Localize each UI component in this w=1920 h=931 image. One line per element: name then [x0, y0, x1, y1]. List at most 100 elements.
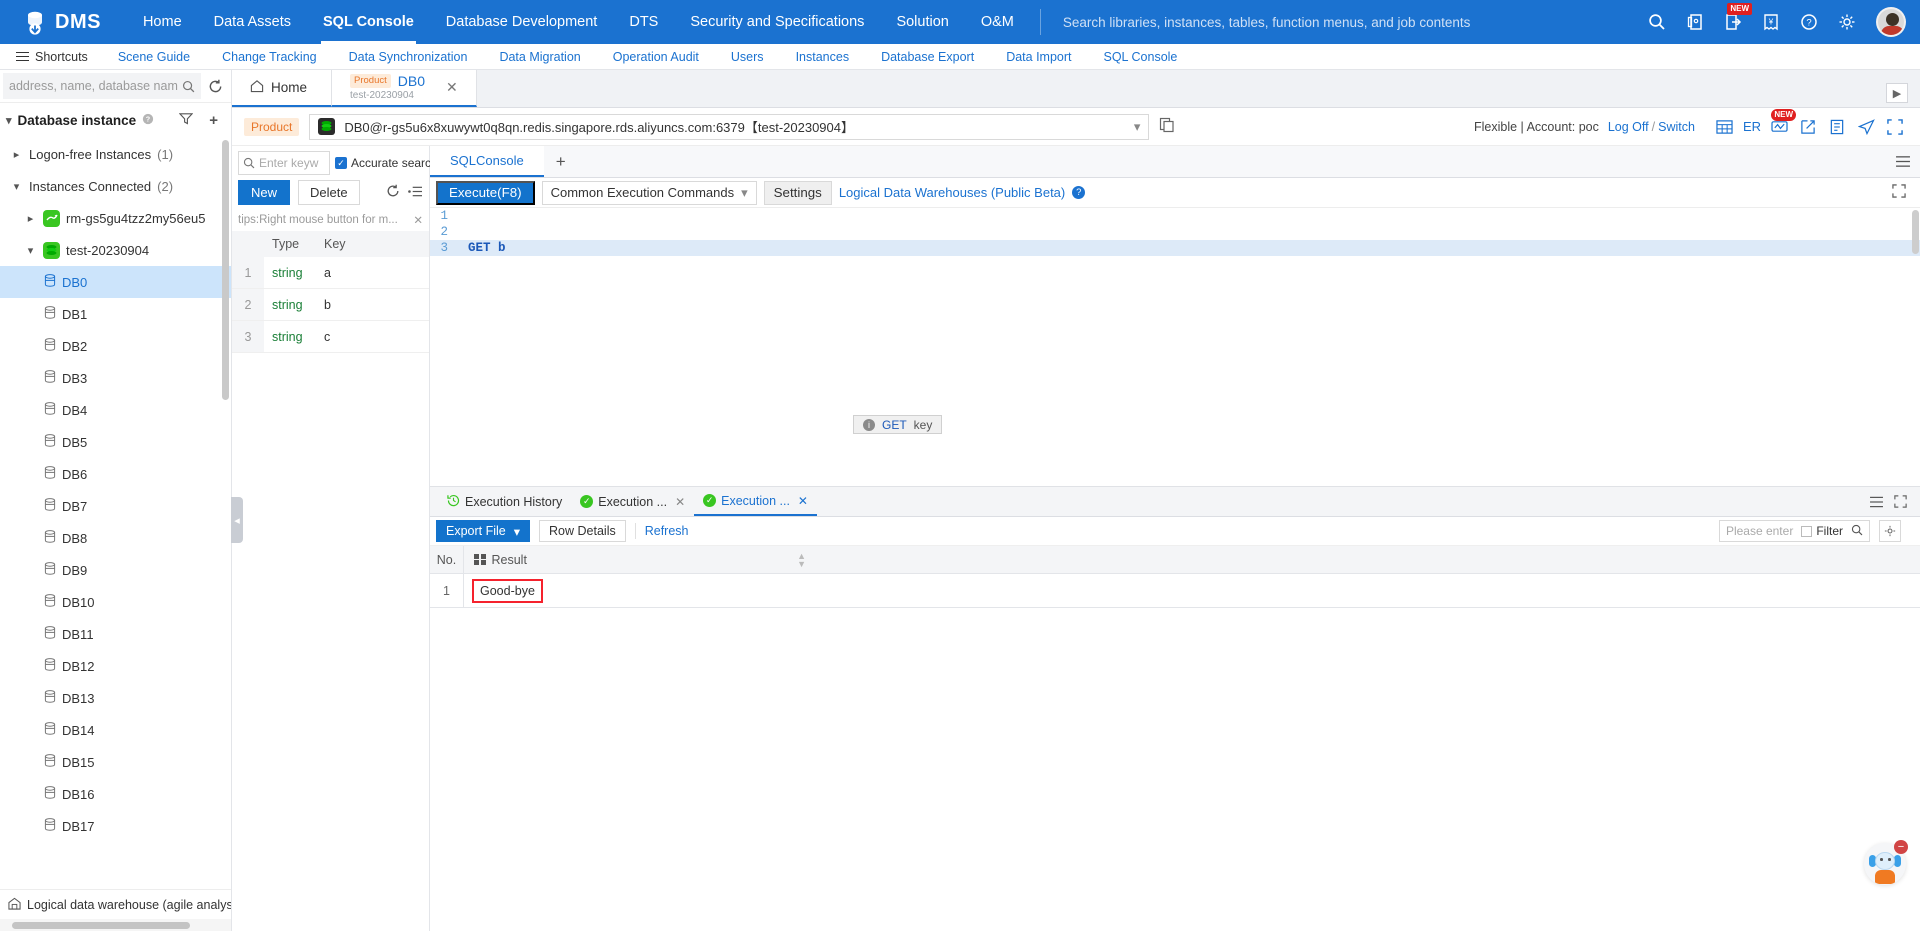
close-icon[interactable]: ✕: [675, 495, 685, 509]
sidebar-item-db12[interactable]: DB12: [0, 650, 231, 682]
table-row[interactable]: 1 Good-bye: [430, 574, 1920, 608]
nav-item-om[interactable]: O&M: [965, 0, 1030, 44]
search-icon[interactable]: [1640, 5, 1674, 39]
sidebar-item-db15[interactable]: DB15: [0, 746, 231, 778]
fullscreen-icon[interactable]: [1888, 495, 1912, 508]
switch-account-link[interactable]: Switch: [1658, 120, 1695, 134]
copy-icon[interactable]: [1159, 117, 1175, 136]
filter-icon[interactable]: [174, 112, 198, 129]
shortcuts-menu-button[interactable]: Shortcuts: [0, 49, 102, 64]
tab-execution-history[interactable]: Execution History: [438, 487, 571, 516]
sidebar-item-db11[interactable]: DB11: [0, 618, 231, 650]
sidebar-item-db13[interactable]: DB13: [0, 682, 231, 714]
settings-gear-icon[interactable]: [1879, 520, 1901, 542]
sidebar-item-db1[interactable]: DB1: [0, 298, 231, 330]
sidebar-item-db7[interactable]: DB7: [0, 490, 231, 522]
user-avatar[interactable]: [1876, 7, 1906, 37]
column-header-result[interactable]: Result ▲ ▼: [463, 546, 814, 573]
tree-item-instances-connected[interactable]: ▾ Instances Connected (2): [0, 170, 231, 202]
instance-connection-select[interactable]: DB0@r-gs5u6x8xuwywt0q8qn.redis.singapore…: [309, 113, 1150, 140]
nav-item-home[interactable]: Home: [127, 0, 198, 44]
er-diagram-icon[interactable]: ER: [1741, 114, 1763, 140]
ticket-icon[interactable]: ¥: [1754, 5, 1788, 39]
accurate-search-checkbox[interactable]: ✓ Accurate search: [335, 156, 438, 170]
sort-icon[interactable]: ▲ ▼: [797, 551, 814, 568]
open-external-icon[interactable]: [1795, 114, 1821, 140]
help-icon[interactable]: ?: [1792, 5, 1826, 39]
sidebar-item-db0[interactable]: DB0: [0, 266, 231, 298]
fullscreen-icon[interactable]: [1882, 114, 1908, 140]
shortcut-sql-console[interactable]: SQL Console: [1088, 50, 1194, 64]
tab-overflow-button[interactable]: ▶: [1886, 83, 1908, 103]
refresh-icon[interactable]: [386, 184, 400, 201]
global-search-input[interactable]: Search libraries, instances, tables, fun…: [1051, 15, 1640, 30]
results-filter-input[interactable]: Please enter Filter: [1718, 520, 1870, 542]
sidebar-refresh-button[interactable]: [201, 70, 231, 102]
list-view-icon[interactable]: [408, 185, 423, 201]
close-icon[interactable]: ✕: [446, 79, 458, 96]
fullscreen-icon[interactable]: [1892, 184, 1914, 201]
notes-icon[interactable]: [1824, 114, 1850, 140]
editor-vertical-scrollbar[interactable]: [1912, 210, 1919, 254]
shortcut-change-tracking[interactable]: Change Tracking: [206, 50, 333, 64]
result-cell[interactable]: Good-bye: [463, 574, 814, 607]
sidebar-item-db3[interactable]: DB3: [0, 362, 231, 394]
help-circle-icon[interactable]: ?: [1072, 186, 1086, 199]
logical-data-warehouse-link[interactable]: Logical data warehouse (agile analys: [0, 889, 231, 919]
chat-minimize-button[interactable]: −: [1894, 840, 1908, 854]
sidebar-horizontal-scrollbar[interactable]: [0, 919, 231, 931]
table-view-icon[interactable]: [1712, 114, 1738, 140]
sidebar-item-db8[interactable]: DB8: [0, 522, 231, 554]
shortcut-data-migration[interactable]: Data Migration: [483, 50, 596, 64]
autocomplete-hint-popup[interactable]: i GET key: [853, 415, 943, 434]
sidebar-item-db16[interactable]: DB16: [0, 778, 231, 810]
shortcut-data-synchronization[interactable]: Data Synchronization: [333, 50, 484, 64]
nav-item-security-and-specifications[interactable]: Security and Specifications: [674, 0, 880, 44]
new-key-button[interactable]: New: [238, 180, 291, 205]
export-task-icon[interactable]: NEW: [1716, 3, 1752, 39]
sidebar-item-db2[interactable]: DB2: [0, 330, 231, 362]
shortcut-users[interactable]: Users: [715, 50, 780, 64]
close-icon[interactable]: ✕: [798, 494, 808, 508]
export-file-button[interactable]: Export File ▾: [436, 520, 531, 542]
tree-item-logon-free-instances[interactable]: ▸ Logon-free Instances (1): [0, 138, 231, 170]
nav-item-database-development[interactable]: Database Development: [430, 0, 614, 44]
nav-item-sql-console[interactable]: SQL Console: [307, 0, 430, 44]
tree-item-test-20230904[interactable]: ▾ test-20230904: [0, 234, 231, 266]
table-row[interactable]: 2 string b: [232, 289, 429, 321]
key-search-input[interactable]: Enter keyw: [238, 151, 330, 175]
shortcut-operation-audit[interactable]: Operation Audit: [597, 50, 715, 64]
sidebar-item-db14[interactable]: DB14: [0, 714, 231, 746]
documents-icon[interactable]: [1678, 5, 1712, 39]
shortcut-scene-guide[interactable]: Scene Guide: [102, 50, 206, 64]
sidebar-item-db17[interactable]: DB17: [0, 810, 231, 842]
list-menu-icon[interactable]: [1886, 146, 1920, 177]
shortcut-instances[interactable]: Instances: [780, 50, 866, 64]
tab-sqlconsole[interactable]: SQLConsole: [430, 146, 544, 177]
list-menu-icon[interactable]: [1864, 496, 1888, 508]
delete-key-button[interactable]: Delete: [298, 180, 360, 205]
shortcut-database-export[interactable]: Database Export: [865, 50, 990, 64]
table-row[interactable]: 3 string c: [232, 321, 429, 353]
tab-execution-result-2[interactable]: ✓ Execution ... ✕: [694, 487, 817, 516]
sidebar-item-db4[interactable]: DB4: [0, 394, 231, 426]
table-row[interactable]: 1 string a: [232, 257, 429, 289]
settings-gear-icon[interactable]: [1830, 5, 1864, 39]
tab-db0[interactable]: Product DB0 test-20230904 ✕: [332, 70, 477, 107]
shortcut-data-import[interactable]: Data Import: [990, 50, 1087, 64]
sidebar-item-db9[interactable]: DB9: [0, 554, 231, 586]
sidebar-item-db5[interactable]: DB5: [0, 426, 231, 458]
sidebar-item-db10[interactable]: DB10: [0, 586, 231, 618]
close-icon[interactable]: ✕: [413, 213, 423, 227]
log-off-link[interactable]: Log Off: [1608, 120, 1649, 134]
tab-execution-result-1[interactable]: ✓ Execution ... ✕: [571, 487, 694, 516]
app-logo[interactable]: DMS: [0, 9, 127, 35]
nav-item-data-assets[interactable]: Data Assets: [198, 0, 307, 44]
monitor-icon[interactable]: NEW: [1766, 108, 1796, 140]
tree-item-rm-instance[interactable]: ▸ rm-gs5gu4tzz2my56eu5: [0, 202, 231, 234]
refresh-results-link[interactable]: Refresh: [645, 524, 689, 538]
logical-data-warehouses-link[interactable]: Logical Data Warehouses (Public Beta): [839, 185, 1065, 200]
help-circle-icon[interactable]: ?: [142, 113, 154, 128]
sidebar-vertical-scrollbar[interactable]: [222, 140, 229, 400]
settings-button[interactable]: Settings: [763, 180, 832, 205]
